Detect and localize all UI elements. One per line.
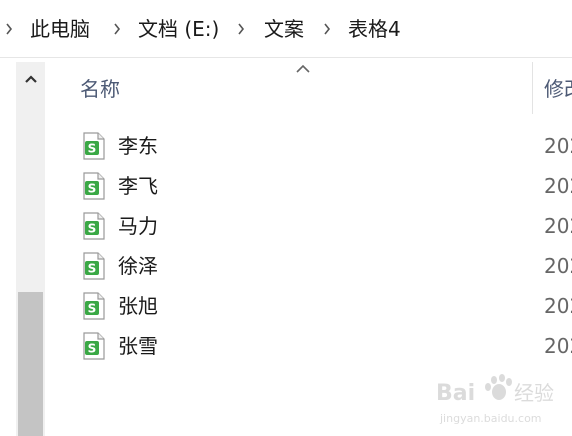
svg-text:S: S [88, 222, 97, 236]
file-date-modified: 2020 [544, 254, 572, 278]
file-name: 李东 [118, 134, 158, 158]
breadcrumb-item-wenan[interactable]: 文案 [264, 14, 304, 44]
file-date-modified: 2020 [544, 134, 572, 158]
chevron-right-icon[interactable] [108, 14, 126, 44]
watermark-url: jingyan.baidu.com [439, 412, 542, 425]
watermark-brand-cn: 经验 [514, 381, 554, 405]
address-bar-divider [0, 57, 572, 58]
scrollbar-thumb[interactable] [18, 292, 43, 436]
chevron-right-icon[interactable] [318, 14, 336, 44]
svg-text:S: S [88, 142, 97, 156]
spreadsheet-s-icon: S [82, 172, 106, 200]
file-date-modified: 2020 [544, 294, 572, 318]
column-header-name[interactable]: 名称 [80, 74, 120, 104]
file-date-modified: 2020 [544, 214, 572, 238]
file-name: 张旭 [118, 294, 158, 318]
file-row[interactable]: S 李飞 2020 [80, 168, 572, 204]
file-name: 马力 [118, 214, 158, 238]
chevron-right-icon[interactable] [0, 14, 18, 44]
file-date-modified: 2020 [544, 174, 572, 198]
spreadsheet-s-icon: S [82, 292, 106, 320]
svg-text:S: S [88, 342, 97, 356]
spreadsheet-s-icon: S [82, 332, 106, 360]
vertical-scrollbar[interactable] [16, 62, 45, 436]
file-row[interactable]: S 张雪 2020 [80, 328, 572, 364]
chevron-right-icon[interactable] [232, 14, 250, 44]
svg-text:S: S [88, 302, 97, 316]
paw-logo-icon [485, 374, 512, 400]
file-row[interactable]: S 张旭 2020 [80, 288, 572, 324]
baidu-jingyan-watermark: Bai 经验 jingyan.baidu.com [432, 372, 572, 432]
scroll-up-arrow-icon[interactable] [16, 62, 45, 96]
spreadsheet-s-icon: S [82, 252, 106, 280]
file-row[interactable]: S 马力 2020 [80, 208, 572, 244]
file-row[interactable]: S 李东 2020 [80, 128, 572, 164]
file-name: 张雪 [118, 334, 158, 358]
file-date-modified: 2020 [544, 334, 572, 358]
column-divider[interactable] [532, 62, 533, 114]
svg-text:S: S [88, 262, 97, 276]
breadcrumb: 此电脑 文档 (E:) 文案 表格4 [0, 0, 572, 58]
file-name: 徐泽 [118, 254, 158, 278]
svg-text:S: S [88, 182, 97, 196]
file-explorer-window: 此电脑 文档 (E:) 文案 表格4 名称 修改日期 [0, 0, 572, 436]
sort-ascending-icon [295, 60, 311, 73]
breadcrumb-item-drive-e[interactable]: 文档 (E:) [138, 14, 219, 44]
spreadsheet-s-icon: S [82, 132, 106, 160]
file-name: 李飞 [118, 174, 158, 198]
breadcrumb-item-this-pc[interactable]: 此电脑 [30, 14, 90, 44]
spreadsheet-s-icon: S [82, 212, 106, 240]
breadcrumb-item-current-folder[interactable]: 表格4 [348, 14, 401, 44]
watermark-brand: Bai [436, 381, 475, 406]
column-header-date-modified[interactable]: 修改日期 [544, 74, 572, 104]
file-row[interactable]: S 徐泽 2020 [80, 248, 572, 284]
